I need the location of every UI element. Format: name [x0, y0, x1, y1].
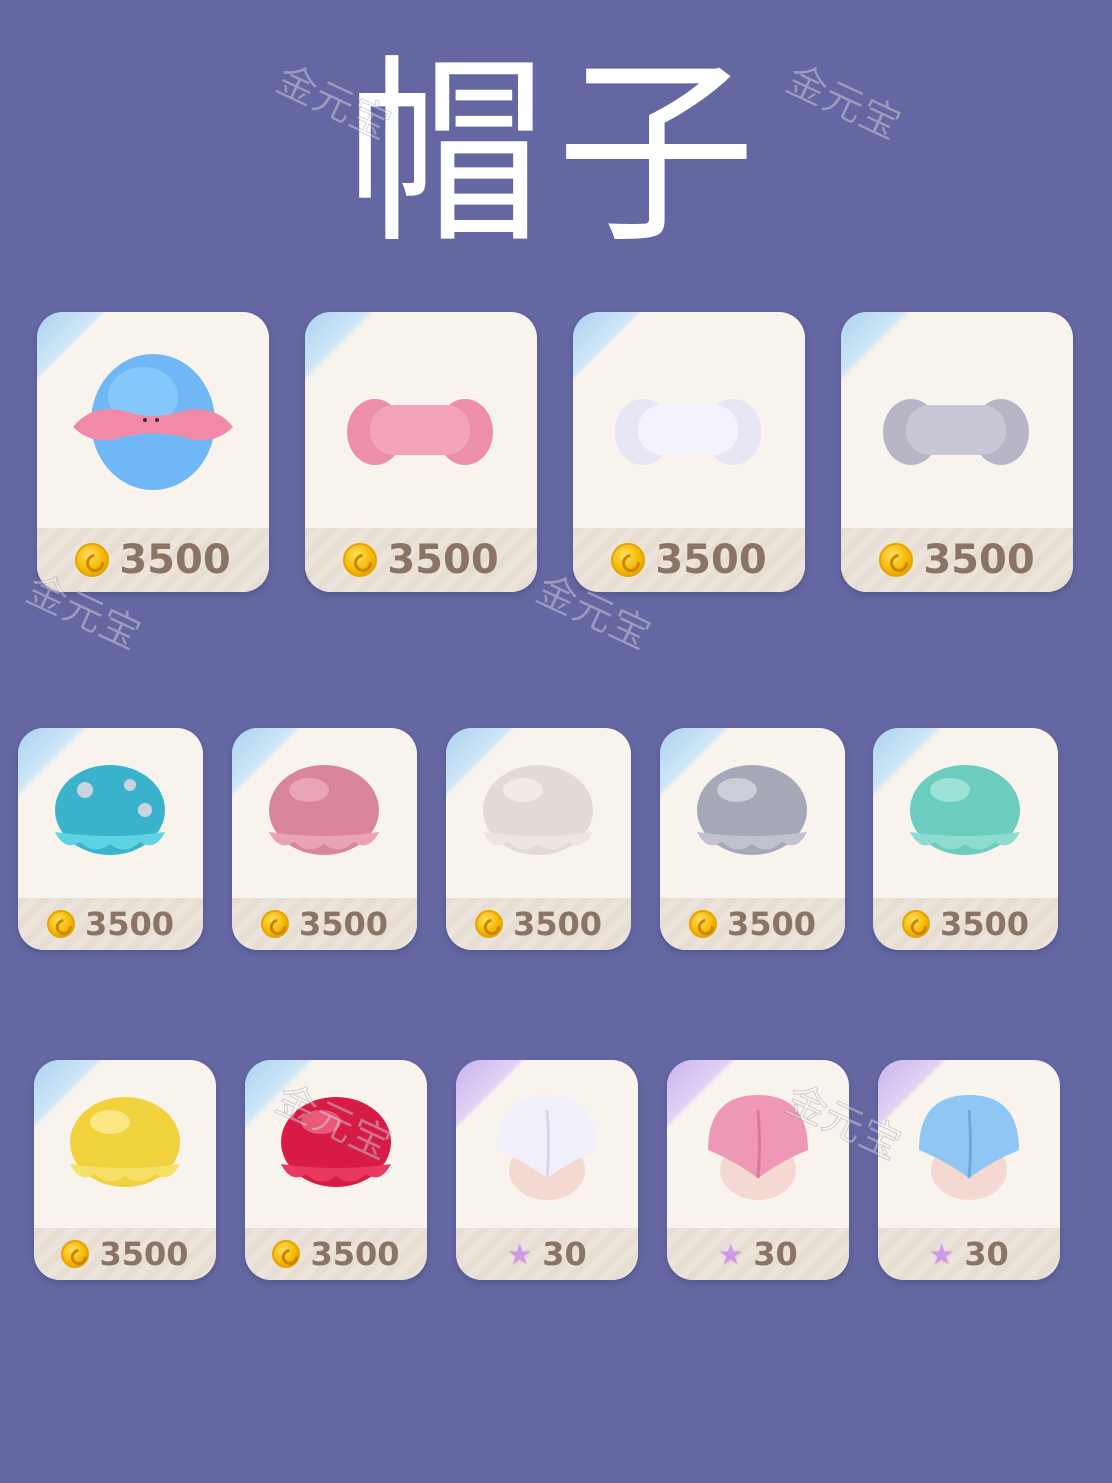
- price-label: 3500: [512, 905, 603, 943]
- coin-icon: [61, 1240, 90, 1268]
- star-icon: ★: [507, 1237, 533, 1271]
- price-label: 3500: [99, 1235, 189, 1273]
- price-label: 3500: [84, 905, 175, 943]
- price-bar: 3500: [245, 1228, 427, 1280]
- coin-icon: [611, 543, 646, 577]
- shop-item-silver-shower-cap[interactable]: 3500: [660, 728, 845, 950]
- shop-item-white-hair-towel[interactable]: ★ 30: [456, 1060, 638, 1280]
- shop-item-blue-hair-pink-headband[interactable]: 3500: [37, 312, 269, 592]
- coin-icon: [46, 910, 75, 938]
- price-label: 3500: [726, 905, 817, 943]
- price-bar: 3500: [305, 528, 537, 592]
- coin-icon: [901, 910, 930, 938]
- cream-shower-cap-icon: [483, 765, 593, 855]
- coin-icon: [260, 910, 289, 938]
- price-label: 3500: [310, 1235, 400, 1273]
- shop-item-white-towel-headband[interactable]: 3500: [573, 312, 805, 592]
- blue-hair-pink-headband-icon: [73, 354, 233, 490]
- mint-shower-cap-icon: [910, 765, 1020, 855]
- card-corner-decoration: [305, 312, 375, 382]
- coin-icon: [688, 910, 717, 938]
- shop-item-cyan-star-shower-cap[interactable]: 3500: [18, 728, 203, 950]
- page-title: 帽子: [345, 38, 766, 271]
- price-label: 30: [964, 1235, 1009, 1273]
- price-label: 3500: [939, 905, 1030, 943]
- price-label: 30: [753, 1235, 798, 1273]
- card-corner-decoration: [841, 312, 911, 382]
- yellow-shower-cap-icon: [70, 1097, 180, 1187]
- price-bar: 3500: [873, 898, 1058, 950]
- cyan-star-shower-cap-icon: [55, 765, 165, 855]
- star-icon: ★: [929, 1237, 955, 1271]
- price-label: 3500: [119, 537, 231, 583]
- pink-towel-headband-icon: [347, 399, 493, 465]
- white-towel-headband-icon: [615, 399, 761, 465]
- white-hair-towel-icon: [497, 1095, 597, 1200]
- price-label: 3500: [655, 537, 767, 583]
- shop-item-blue-hair-towel[interactable]: ★ 30: [878, 1060, 1060, 1280]
- shop-item-pink-towel-headband[interactable]: 3500: [305, 312, 537, 592]
- price-bar: 3500: [660, 898, 845, 950]
- price-bar: 3500: [232, 898, 417, 950]
- price-bar: 3500: [18, 898, 203, 950]
- shop-item-cream-shower-cap[interactable]: 3500: [446, 728, 631, 950]
- pink-shower-cap-icon: [269, 765, 379, 855]
- grey-towel-headband-icon: [883, 399, 1029, 465]
- blue-hair-towel-icon: [919, 1095, 1019, 1200]
- price-label: 3500: [298, 905, 389, 943]
- coin-icon: [879, 543, 914, 577]
- coin-icon: [474, 910, 503, 938]
- price-bar: 3500: [841, 528, 1073, 592]
- silver-shower-cap-icon: [697, 765, 807, 855]
- shop-item-pink-shower-cap[interactable]: 3500: [232, 728, 417, 950]
- price-bar: ★ 30: [456, 1228, 638, 1280]
- price-bar: 3500: [34, 1228, 216, 1280]
- price-bar: ★ 30: [878, 1228, 1060, 1280]
- price-label: 3500: [923, 537, 1035, 583]
- shop-item-mint-shower-cap[interactable]: 3500: [873, 728, 1058, 950]
- star-icon: ★: [718, 1237, 744, 1271]
- price-label: 3500: [387, 537, 499, 583]
- price-bar: ★ 30: [667, 1228, 849, 1280]
- price-label: 30: [542, 1235, 587, 1273]
- coin-icon: [272, 1240, 301, 1268]
- shop-item-yellow-shower-cap[interactable]: 3500: [34, 1060, 216, 1280]
- coin-icon: [343, 543, 378, 577]
- card-corner-decoration: [573, 312, 643, 382]
- price-bar: 3500: [446, 898, 631, 950]
- coin-icon: [75, 543, 110, 577]
- shop-item-grey-towel-headband[interactable]: 3500: [841, 312, 1073, 592]
